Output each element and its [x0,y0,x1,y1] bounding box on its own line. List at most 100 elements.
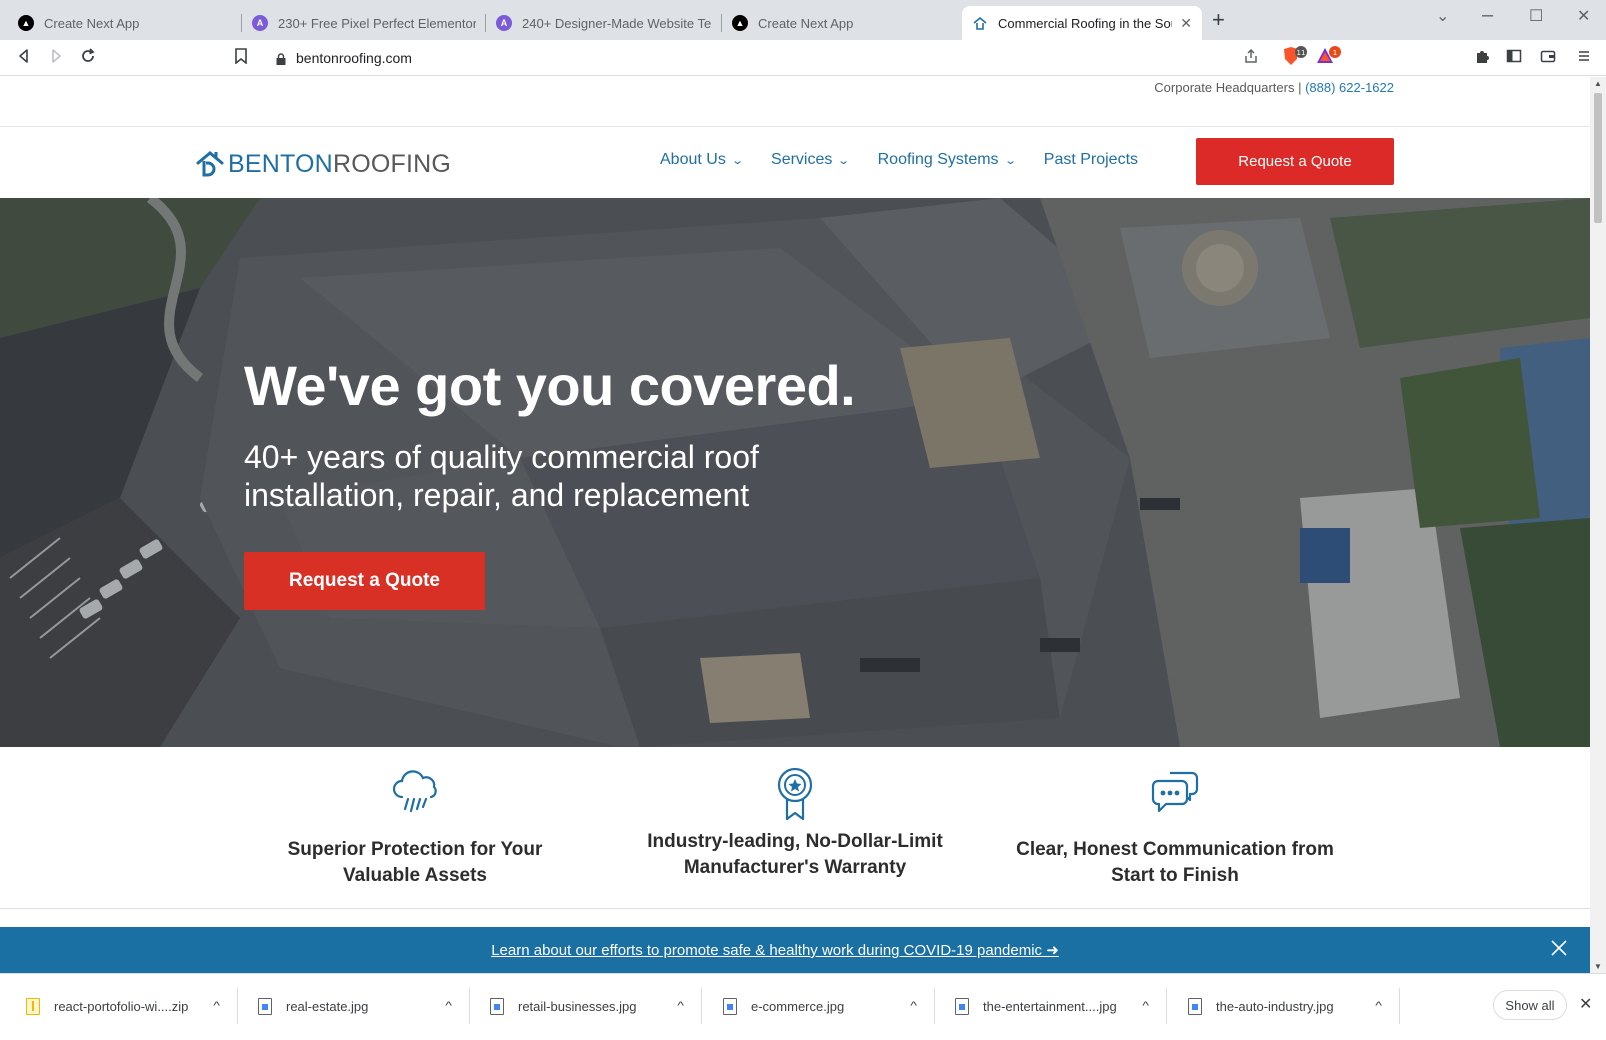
browser-toolbar: bentonroofing.com 11 1 [0,40,1606,76]
download-filename: real-estate.jpg [286,998,369,1014]
storm-cloud-icon [392,770,437,813]
menu-icon[interactable] [1577,48,1591,69]
scroll-down-icon[interactable]: ▼ [1594,962,1602,971]
download-item[interactable]: react-portofolio-wi....zip ^ [8,988,238,1024]
covid-banner-link[interactable]: Learn about our efforts to promote safe … [0,941,1550,959]
hero-subtitle: 40+ years of quality commercial roof ins… [244,439,759,513]
show-all-downloads-button[interactable]: Show all [1493,990,1567,1020]
astra-icon: A [252,15,268,31]
download-item[interactable]: the-auto-industry.jpg ^ [1170,988,1400,1024]
zip-file-icon [26,997,40,1015]
lock-icon [276,52,286,65]
share-icon[interactable] [1243,48,1259,69]
close-tab-icon[interactable]: ✕ [1180,15,1192,32]
main-navigation: BENTON ROOFING About Us ⌄ Services ⌄ Roofin… [0,127,1590,198]
chevron-down-icon: ⌄ [837,154,851,167]
download-filename: react-portofolio-wi....zip [54,998,189,1014]
chevron-up-icon[interactable]: ^ [677,1000,684,1012]
tab-title: 230+ Free Pixel Perfect Elementor Templa… [278,15,476,31]
download-filename: retail-businesses.jpg [518,998,637,1014]
chevron-up-icon[interactable]: ^ [1142,1000,1149,1012]
extensions-icon[interactable] [1474,48,1490,69]
next-app-icon: ▲ [18,15,34,31]
nav-services[interactable]: Services ⌄ [771,151,851,169]
minimize-icon[interactable]: – [1482,4,1493,27]
download-item[interactable]: the-entertainment....jpg ^ [937,988,1167,1024]
nav-label: About Us [660,151,726,168]
request-quote-button[interactable]: Request a Quote [1196,138,1394,185]
nav-label: Past Projects [1043,151,1139,168]
nav-links: About Us ⌄ Services ⌄ Roofing Systems ⌄ Pas… [660,151,1167,169]
tab-title: Create Next App [758,15,854,31]
tab-title: Commercial Roofing in the Southeast [998,15,1172,31]
browser-tab[interactable]: ▲ Create Next App [8,6,242,40]
house-logo-icon [196,151,224,177]
tab-title: 240+ Designer-Made Website Templates [522,15,712,31]
address-bar[interactable]: bentonroofing.com [262,44,1270,72]
next-app-icon: ▲ [732,15,748,31]
feature-text: Clear, Honest Communication from Start t… [1016,839,1334,886]
download-filename: the-entertainment....jpg [983,998,1117,1014]
logo-text-benton: BENTON [228,149,333,178]
download-item[interactable]: real-estate.jpg ^ [240,988,470,1024]
nav-about-us[interactable]: About Us ⌄ [660,151,744,169]
url-text: bentonroofing.com [296,50,412,66]
award-ribbon-icon [777,767,813,821]
image-file-icon [258,997,272,1015]
browser-tab[interactable]: A 240+ Designer-Made Website Templates [486,6,722,40]
chevron-up-icon[interactable]: ^ [910,1000,917,1012]
chevron-down-icon: ⌄ [730,154,744,167]
browser-tab[interactable]: A 230+ Free Pixel Perfect Elementor Temp… [242,6,486,40]
close-shelf-icon[interactable]: ✕ [1579,994,1592,1014]
logo-text-roofing: ROOFING [332,149,452,178]
new-tab-button[interactable]: + [1212,9,1225,31]
hero-title: We've got you covered. [244,354,856,417]
brave-rewards-icon[interactable]: 1 [1316,46,1342,73]
web-page: Corporate Headquarters | (888) 622-1622 … [0,77,1590,973]
chevron-down-icon: ⌄ [1003,154,1017,167]
reload-icon[interactable] [80,48,96,69]
benton-roofing-logo[interactable]: BENTON ROOFING [196,149,451,179]
nav-label: Roofing Systems [877,151,999,168]
nav-label: Services [771,151,833,168]
hq-label: Corporate Headquarters | [1154,80,1302,95]
headquarters-contact: Corporate Headquarters | (888) 622-1622 [1154,80,1394,95]
image-file-icon [1188,997,1202,1015]
covid-banner: Learn about our efforts to promote safe … [0,927,1590,973]
scrollbar-thumb[interactable] [1594,93,1602,223]
utility-bar: Corporate Headquarters | (888) 622-1622 [0,77,1590,127]
scroll-up-icon[interactable]: ▲ [1594,79,1602,88]
chevron-up-icon[interactable]: ^ [445,1000,452,1012]
browser-tab-strip: ▲ Create Next App A 230+ Free Pixel Perf… [0,0,1606,40]
download-filename: the-auto-industry.jpg [1216,998,1334,1014]
brave-shield-icon[interactable]: 11 [1282,46,1308,73]
feature-text: Industry-leading, No-Dollar-Limit Manufa… [647,831,943,878]
bookmark-icon[interactable] [234,48,248,69]
hero-section: We've got you covered. 40+ years of qual… [0,198,1590,747]
close-window-icon[interactable]: ✕ [1577,6,1590,26]
wallet-icon[interactable] [1540,48,1556,69]
back-icon[interactable] [16,48,32,69]
feature-text: Superior Protection for Your Valuable As… [287,839,543,886]
tab-search-icon[interactable]: ⌄ [1436,6,1449,26]
browser-tab[interactable]: ▲ Create Next App [722,6,958,40]
forward-icon[interactable] [48,48,64,69]
sidebar-icon[interactable] [1506,48,1522,69]
download-shelf: react-portofolio-wi....zip ^ real-estate… [0,973,1606,1040]
hero-request-quote-button[interactable]: Request a Quote [244,552,485,610]
nav-past-projects[interactable]: Past Projects [1044,151,1138,169]
maximize-icon[interactable]: ☐ [1529,6,1543,26]
page-scrollbar[interactable]: ▲ ▼ [1590,77,1606,973]
benton-icon [972,15,988,31]
image-file-icon [955,997,969,1015]
chevron-up-icon[interactable]: ^ [213,1000,220,1012]
features-section: Superior Protection for Your Valuable As… [0,747,1590,909]
close-banner-icon[interactable] [1550,939,1568,963]
nav-roofing-systems[interactable]: Roofing Systems ⌄ [877,151,1017,169]
download-item[interactable]: e-commerce.jpg ^ [705,988,935,1024]
download-item[interactable]: retail-businesses.jpg ^ [472,988,702,1024]
download-filename: e-commerce.jpg [751,998,845,1014]
browser-tab-active[interactable]: Commercial Roofing in the Southeast ✕ [962,6,1202,40]
phone-link[interactable]: (888) 622-1622 [1305,80,1394,95]
chevron-up-icon[interactable]: ^ [1375,1000,1382,1012]
